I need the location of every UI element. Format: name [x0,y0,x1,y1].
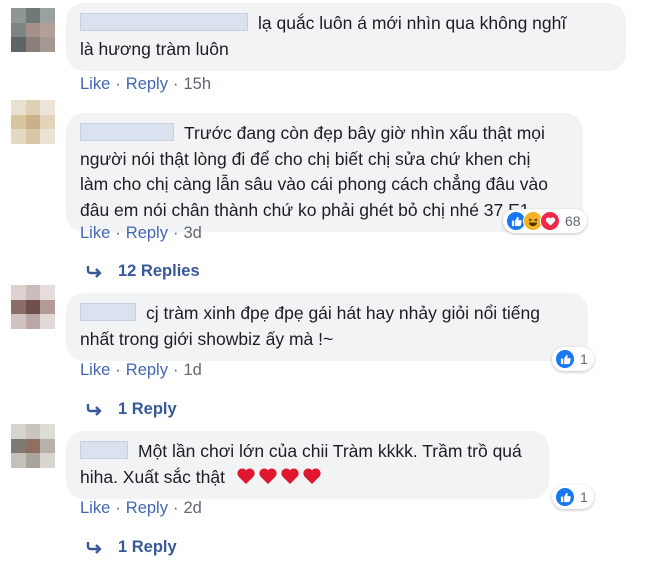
author-name-blurred[interactable] [80,123,174,141]
timestamp[interactable]: 3d [183,224,201,242]
avatar[interactable] [11,8,55,52]
separator: · [172,224,179,242]
reply-link[interactable]: Reply [126,499,168,517]
replies-count-label: 12 Replies [118,262,200,280]
reply-link[interactable]: Reply [126,361,168,379]
author-name-blurred[interactable] [80,303,136,321]
comment-text-line: lạ quắc luôn á mới nhìn qua không nghĩ [258,13,567,33]
separator: · [115,361,121,379]
reaction-summary[interactable]: 1 [552,485,594,509]
comment-text-line: Trước đang còn đẹp bây giờ nhìn xấu thật… [184,123,545,143]
avatar[interactable] [11,100,55,144]
reaction-count: 1 [580,489,588,505]
comment-actions: Like · Reply · 2d [80,499,202,518]
heart-emoji [259,467,277,484]
reply-link[interactable]: Reply [126,224,168,242]
reaction-summary[interactable]: 68 [503,209,587,233]
avatar[interactable] [11,424,55,468]
comment-bubble: lạ quắc luôn á mới nhìn qua không nghĩ l… [66,3,626,71]
timestamp[interactable]: 2d [183,499,201,517]
view-replies-link[interactable]: 12 Replies [86,262,200,281]
love-icon [540,211,560,231]
reaction-count: 68 [565,213,581,229]
separator: · [115,75,121,93]
like-icon [555,487,575,507]
comment-bubble: cj tràm xinh đpẹ đpẹ gái hát hay nhảy gi… [66,293,588,361]
like-link[interactable]: Like [80,224,110,242]
comment-text-line: Một lần chơi lớn của chii Tràm kkkk. Trầ… [138,441,522,461]
reply-arrow-icon [86,404,102,416]
heart-emoji [281,467,299,484]
avatar[interactable] [11,285,55,329]
separator: · [172,361,179,379]
separator: · [115,224,121,242]
heart-emoji [303,467,321,484]
view-replies-link[interactable]: 1 Reply [86,538,177,557]
heart-emojis [236,467,324,487]
comment-text-line: nhất trong giới showbiz ấy mà !~ [80,328,334,349]
comment-text-line: làm cho chị càng lẫn sâu vào cái phong c… [80,174,548,194]
like-link[interactable]: Like [80,361,110,379]
timestamp[interactable]: 1d [183,361,201,379]
comment-actions: Like · Reply · 1d [80,361,202,380]
comment-text-line: người nói thật lòng đi để cho chị biết c… [80,148,531,169]
like-icon [555,349,575,369]
replies-count-label: 1 Reply [118,400,177,418]
author-name-blurred[interactable] [80,441,128,459]
reply-arrow-icon [86,542,102,554]
like-link[interactable]: Like [80,75,110,93]
timestamp[interactable]: 15h [183,75,211,93]
comment-text-line: hiha. Xuất sắc thật [80,466,225,487]
reaction-summary[interactable]: 1 [552,347,594,371]
separator: · [172,499,179,517]
comment-bubble: Một lần chơi lớn của chii Tràm kkkk. Trầ… [66,431,549,499]
comment-text-line: là hương tràm luôn [80,38,229,59]
reply-link[interactable]: Reply [126,75,168,93]
reaction-count: 1 [580,351,588,367]
comment-actions: Like · Reply · 15h [80,75,211,94]
separator: · [172,75,179,93]
view-replies-link[interactable]: 1 Reply [86,400,177,419]
heart-emoji [237,467,255,484]
author-name-blurred[interactable] [80,13,248,31]
comment-actions: Like · Reply · 3d [80,224,202,243]
like-link[interactable]: Like [80,499,110,517]
replies-count-label: 1 Reply [118,538,177,556]
reply-arrow-icon [86,266,102,278]
comment-text-line: cj tràm xinh đpẹ đpẹ gái hát hay nhảy gi… [146,303,541,323]
comment-text-line: đâu em nói chân thành chứ ko phải ghét b… [80,199,530,220]
separator: · [115,499,121,517]
